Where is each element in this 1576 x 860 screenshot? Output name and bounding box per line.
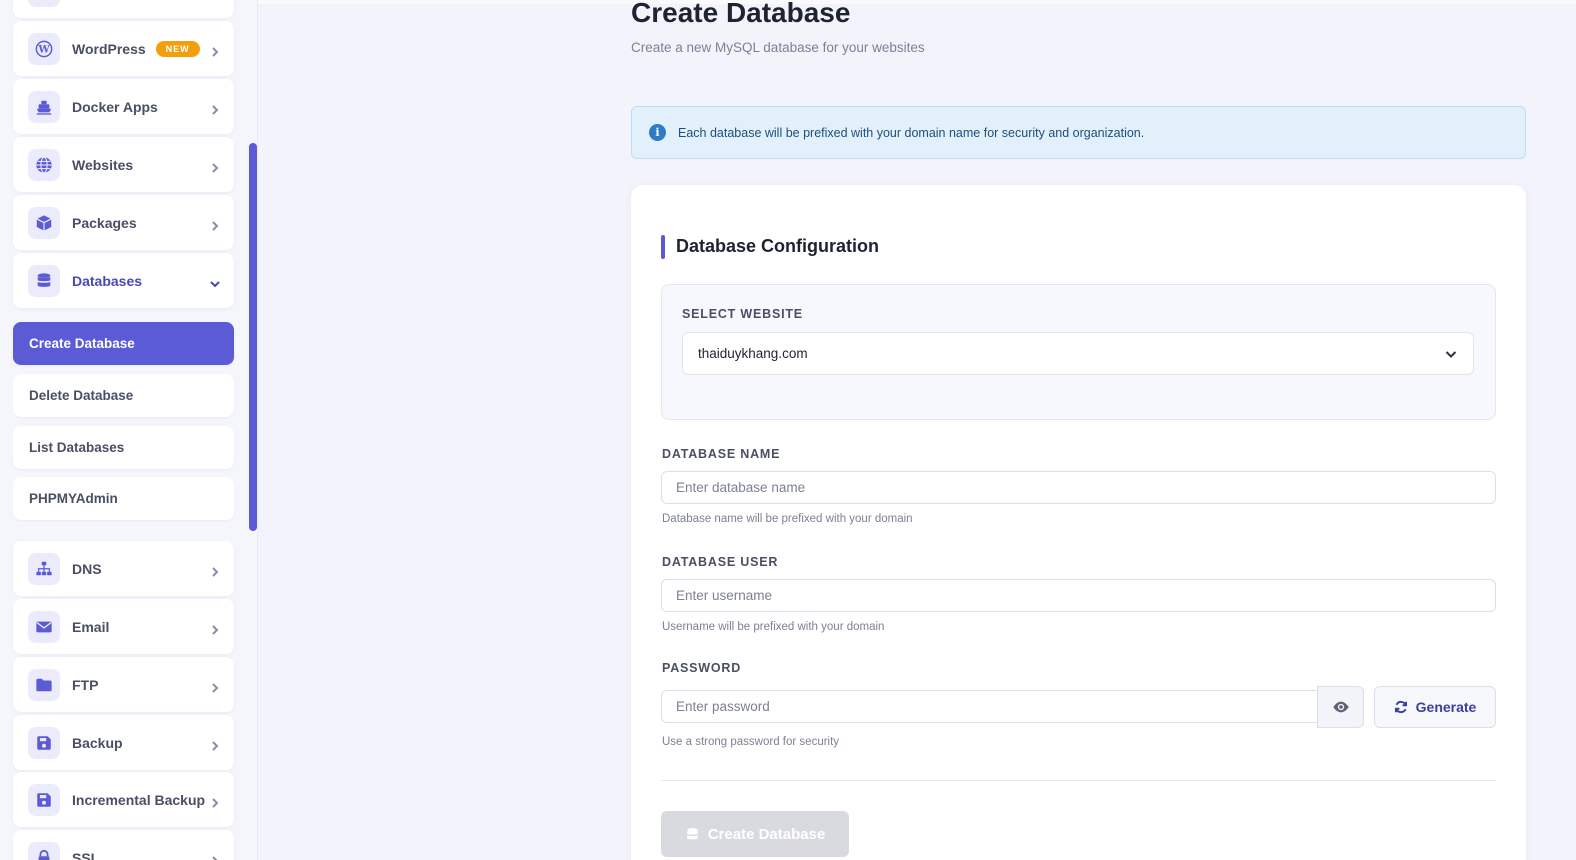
- website-select[interactable]: thaiduykhang.com: [682, 332, 1474, 375]
- database-user-label: DATABASE USER: [662, 555, 779, 569]
- save-icon: [28, 726, 60, 759]
- chevron-right-icon: [210, 44, 220, 57]
- chevron-down-icon: [210, 276, 220, 287]
- database-name-input[interactable]: [661, 471, 1496, 504]
- sidebar-item-label: DNS: [72, 560, 102, 577]
- envelope-icon: [28, 610, 60, 643]
- chevron-right-icon: [210, 853, 220, 860]
- database-user-help: Username will be prefixed with your doma…: [662, 621, 885, 633]
- sidebar-item-label: WordPress: [72, 40, 146, 57]
- lock-icon: [28, 841, 60, 860]
- sidebar-item-label: Email: [72, 618, 110, 635]
- password-help: Use a strong password for security: [662, 736, 840, 748]
- chevron-right-icon: [210, 622, 220, 635]
- item-icon: [28, 0, 60, 7]
- sidebar-item-wordpress[interactable]: W WordPress NEW: [13, 21, 234, 76]
- svg-text:W: W: [37, 44, 50, 55]
- chevron-right-icon: [210, 795, 220, 808]
- sidebar-item-dns[interactable]: DNS: [13, 541, 234, 596]
- website-label: SELECT WEBSITE: [682, 307, 803, 321]
- submenu-delete-database[interactable]: Delete Database: [13, 374, 234, 417]
- eye-icon: [1332, 701, 1349, 713]
- sidebar-item-label: Backup: [72, 734, 123, 751]
- sidebar-item-backup[interactable]: Backup: [13, 715, 234, 770]
- sidebar-item-incremental-backup[interactable]: Incremental Backup: [13, 772, 234, 827]
- sidebar-item-ftp[interactable]: FTP: [13, 657, 234, 712]
- top-bar: [258, 0, 1576, 4]
- sidebar-item-label: Packages: [72, 214, 137, 231]
- info-text: Each database will be prefixed with your…: [678, 125, 1145, 140]
- database-name-label: DATABASE NAME: [662, 447, 781, 461]
- ship-icon: [28, 90, 60, 123]
- create-database-label: Create Database: [707, 825, 826, 843]
- database-icon: [28, 264, 60, 297]
- sitemap-icon: [28, 552, 60, 585]
- database-icon: [686, 827, 698, 839]
- submenu-phpmyadmin[interactable]: PHPMYAdmin: [13, 477, 234, 520]
- generate-label: Generate: [1415, 699, 1477, 715]
- sidebar-item-label: FTP: [72, 676, 99, 693]
- chevron-right-icon: [210, 160, 220, 173]
- refresh-icon: [1394, 700, 1407, 714]
- sidebar-item-label: Docker Apps: [72, 98, 158, 115]
- chevron-right-icon: [210, 738, 220, 751]
- database-user-input[interactable]: [661, 579, 1496, 612]
- password-input[interactable]: [661, 690, 1318, 723]
- wordpress-icon: W: [28, 32, 60, 65]
- form-divider: [661, 780, 1496, 781]
- chevron-right-icon: [210, 680, 220, 693]
- generate-password-button[interactable]: Generate: [1374, 686, 1496, 728]
- website-select-value: thaiduykhang.com: [698, 346, 808, 361]
- chevron-right-icon: [210, 218, 220, 231]
- submenu-list-databases[interactable]: List Databases: [13, 426, 234, 469]
- section-title: Database Configuration: [676, 236, 880, 256]
- folder-icon: [28, 668, 60, 701]
- info-alert: i Each database will be prefixed with yo…: [631, 106, 1526, 159]
- sidebar-item-docker-apps[interactable]: Docker Apps: [13, 79, 234, 134]
- sidebar: W WordPress NEW Docker Apps Websites Pac…: [0, 0, 258, 860]
- sidebar-scrollbar[interactable]: [249, 143, 257, 531]
- sidebar-item-packages[interactable]: Packages: [13, 195, 234, 250]
- box-icon: [28, 206, 60, 239]
- sidebar-item-label: Incremental Backup: [72, 791, 206, 808]
- sidebar-item-databases[interactable]: Databases: [13, 253, 234, 308]
- sidebar-item-hidden[interactable]: [13, 0, 234, 18]
- chevron-right-icon: [210, 102, 220, 115]
- database-name-help: Database name will be prefixed with your…: [662, 513, 913, 525]
- submenu-create-database[interactable]: Create Database: [13, 322, 234, 365]
- globe-icon: [28, 148, 60, 181]
- info-icon: i: [649, 124, 666, 141]
- sidebar-item-ssl[interactable]: SSL: [13, 830, 234, 860]
- chevron-right-icon: [210, 564, 220, 577]
- sidebar-item-email[interactable]: Email: [13, 599, 234, 654]
- toggle-password-button[interactable]: [1317, 686, 1364, 728]
- create-database-button[interactable]: Create Database: [661, 811, 849, 857]
- chevron-down-icon: [1445, 348, 1457, 360]
- save-icon: [28, 783, 60, 816]
- new-badge: NEW: [155, 40, 200, 57]
- sidebar-item-label: Databases: [72, 272, 143, 289]
- password-label: PASSWORD: [662, 661, 742, 675]
- page-subtitle: Create a new MySQL database for your web…: [631, 40, 925, 55]
- sidebar-item-websites[interactable]: Websites: [13, 137, 234, 192]
- page-title: Create Database: [631, 0, 851, 28]
- sidebar-item-label: SSL: [72, 849, 100, 860]
- section-accent-bar: [661, 235, 665, 259]
- sidebar-item-label: Websites: [72, 156, 134, 173]
